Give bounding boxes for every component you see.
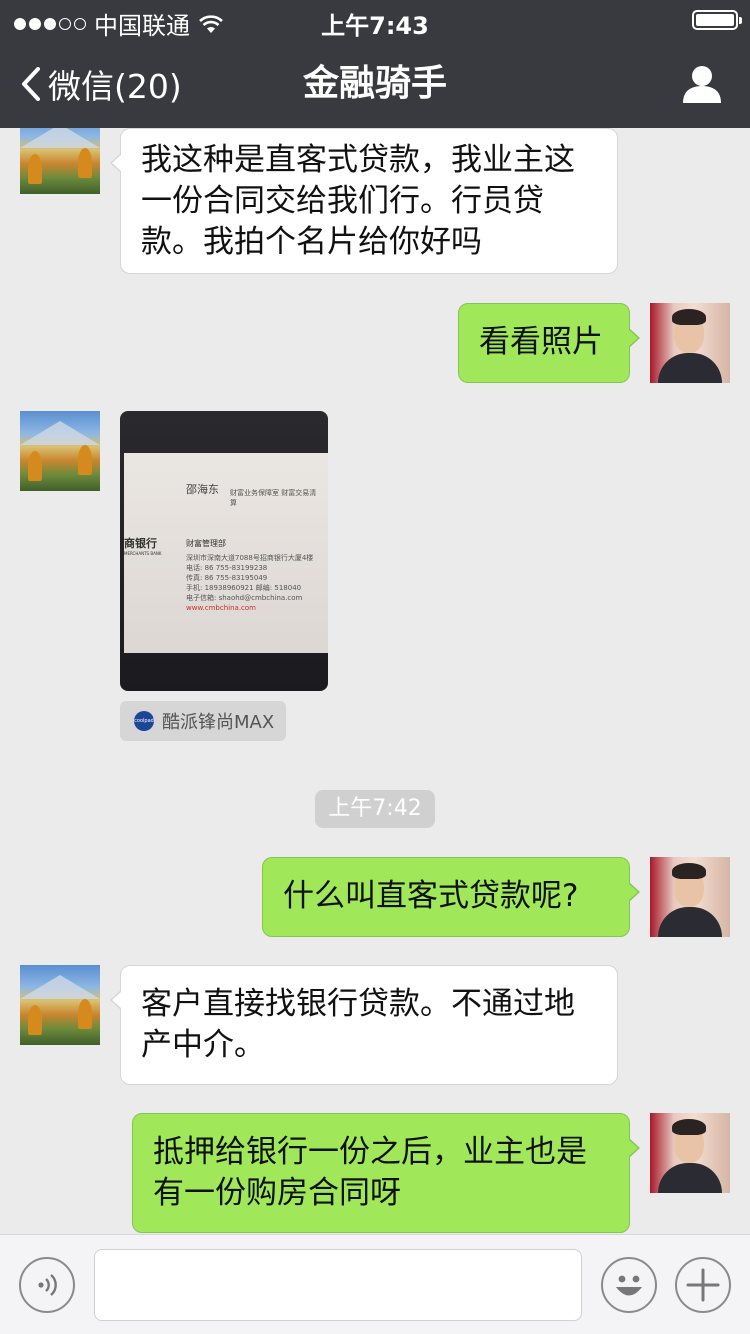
input-bar — [0, 1234, 750, 1334]
message-text: 抵押给银行一份之后，业主也是有一份购房合同呀 — [153, 1134, 587, 1211]
my-avatar[interactable] — [650, 857, 730, 937]
device-tag[interactable]: coolpad 酷派锋尚MAX — [120, 701, 287, 741]
message-bubble-outgoing[interactable]: 抵押给银行一份之后，业主也是有一份购房合同呀 — [132, 1113, 640, 1233]
message-bubble-incoming[interactable]: 客户直接找银行贷款。不通过地产中介。 — [110, 965, 618, 1085]
device-tag-label: 酷派锋尚MAX — [162, 712, 275, 733]
coolpad-logo-icon: coolpad — [134, 711, 154, 731]
my-avatar[interactable] — [650, 303, 730, 383]
contact-avatar[interactable] — [20, 128, 100, 194]
battery-icon — [692, 10, 742, 30]
voice-button[interactable] — [19, 1257, 75, 1313]
message-input[interactable] — [94, 1249, 582, 1321]
message-list[interactable]: 我这种是直客式贷款，我业主这一份合同交给我们行。行员贷款。我拍个名片给你好吗 看… — [0, 128, 750, 1234]
back-button[interactable]: 微信(20) — [20, 40, 182, 128]
status-bar: 中国联通 上午7:43 — [0, 0, 750, 40]
message-image-business-card[interactable]: 邵海东 财富业务保障室 财富交易清算 商银行 MERCHANTS BANK 财富管… — [120, 411, 328, 691]
message-text: 客户直接找银行贷款。不通过地产中介。 — [141, 986, 575, 1063]
nav-bar: 微信(20) 金融骑手 — [0, 40, 750, 128]
contact-avatar[interactable] — [20, 411, 100, 491]
business-card: 邵海东 财富业务保障室 财富交易清算 商银行 MERCHANTS BANK 财富管… — [124, 453, 328, 653]
chevron-left-icon — [22, 67, 40, 101]
message-bubble-outgoing[interactable]: 什么叫直客式贷款呢? — [262, 857, 640, 937]
plus-icon — [686, 1268, 720, 1302]
message-bubble-outgoing[interactable]: 看看照片 — [458, 303, 640, 383]
more-button[interactable] — [675, 1257, 731, 1313]
smiley-icon — [616, 1275, 642, 1296]
chat-info-button[interactable] — [682, 64, 722, 108]
message-text: 看看照片 — [479, 324, 603, 360]
status-time: 上午7:43 — [321, 12, 429, 40]
contact-avatar[interactable] — [20, 965, 100, 1045]
message-text: 我这种是直客式贷款，我业主这一份合同交给我们行。行员贷款。我拍个名片给你好吗 — [141, 142, 575, 260]
timestamp: 上午7:42 — [315, 790, 435, 828]
message-bubble-incoming[interactable]: 我这种是直客式贷款，我业主这一份合同交给我们行。行员贷款。我拍个名片给你好吗 — [110, 128, 618, 274]
voice-icon — [38, 1274, 57, 1296]
emoji-button[interactable] — [601, 1257, 657, 1313]
person-icon — [683, 66, 721, 103]
back-label: 微信(20) — [48, 67, 182, 106]
message-text: 什么叫直客式贷款呢? — [283, 878, 579, 914]
my-avatar[interactable] — [650, 1113, 730, 1193]
